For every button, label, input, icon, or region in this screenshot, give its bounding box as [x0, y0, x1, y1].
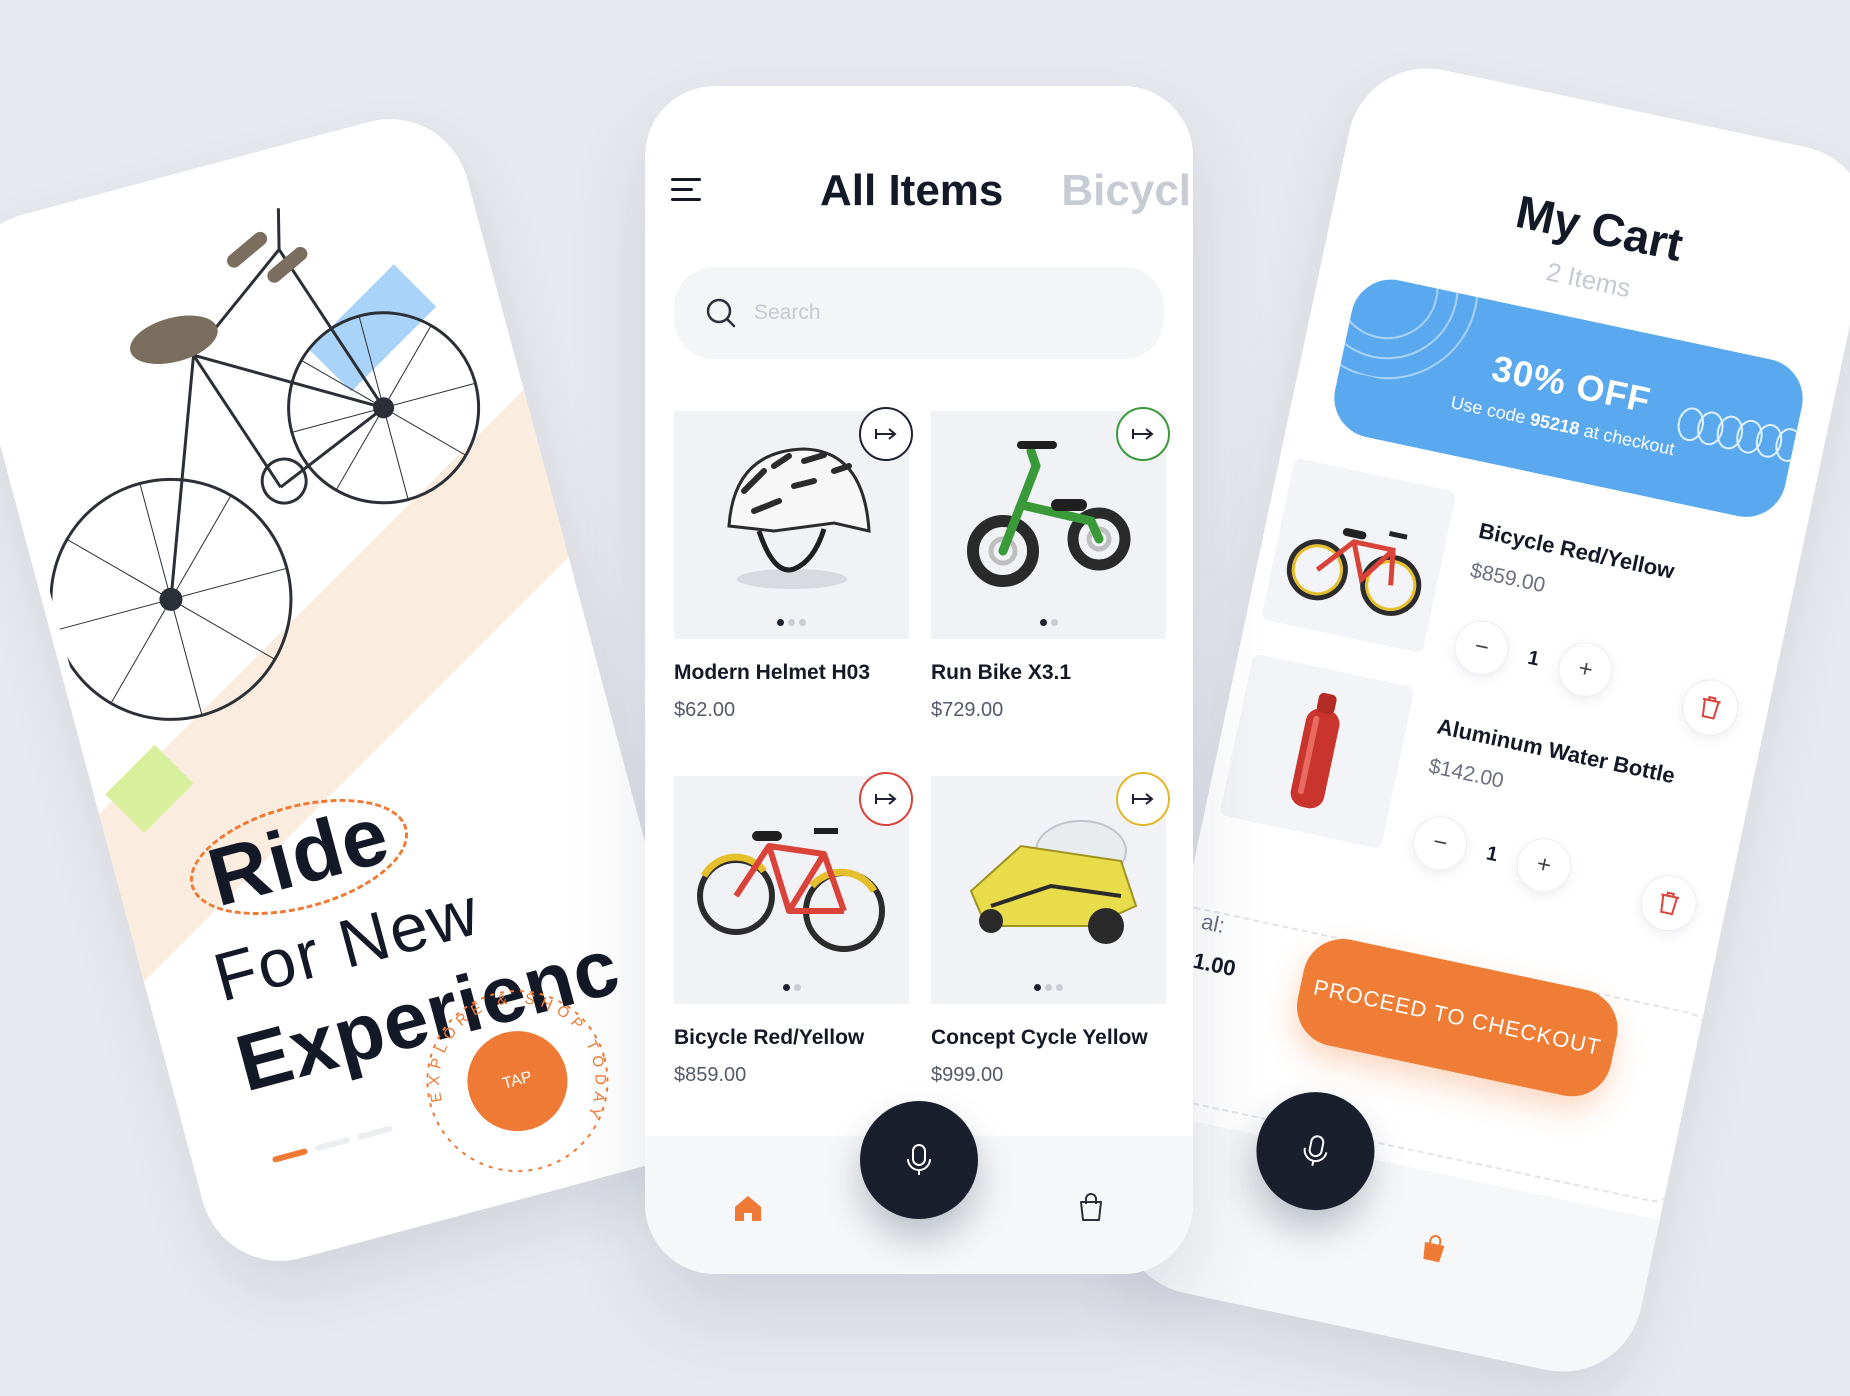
quantity-stepper: − 1 +	[1408, 811, 1576, 898]
increase-quantity-button[interactable]: +	[1511, 833, 1576, 898]
pager-dot	[314, 1136, 351, 1152]
red-bicycle-thumbnail	[1286, 528, 1422, 616]
trash-icon	[1660, 891, 1680, 916]
promo-code: 95218	[1528, 408, 1582, 439]
voice-search-button[interactable]	[860, 1101, 978, 1219]
menu-icon[interactable]	[671, 178, 703, 204]
arrow-right-icon	[875, 428, 897, 440]
tab-all-items[interactable]: All Items	[820, 166, 1003, 216]
bag-icon	[1423, 1235, 1445, 1263]
quantity-stepper: − 1 +	[1449, 615, 1618, 702]
showcase-stage: Ride For New Experienc EXPLORE & SHOP TO…	[0, 0, 1850, 1396]
product-card[interactable]: Bicycle Red/Yellow $859.00	[674, 772, 913, 1106]
mic-icon	[1303, 1135, 1328, 1166]
search-input[interactable]	[752, 300, 1136, 326]
image-carousel-dots	[931, 619, 1166, 626]
product-price: $999.00	[931, 1064, 1004, 1086]
home-icon	[735, 1196, 761, 1221]
product-price: $62.00	[674, 699, 736, 721]
increase-quantity-button[interactable]: +	[1553, 637, 1618, 702]
search-icon	[706, 298, 736, 328]
product-name: Bicycle Red/Yellow	[674, 1026, 865, 1049]
promo-text-before: Use code	[1448, 392, 1528, 428]
open-product-button[interactable]	[1116, 407, 1170, 461]
vintage-bicycle-illustration	[49, 208, 481, 721]
product-card[interactable]: Concept Cycle Yellow $999.00	[931, 772, 1170, 1106]
onboarding-screen: Ride For New Experienc EXPLORE & SHOP TO…	[0, 101, 726, 1279]
pager-dot	[356, 1125, 394, 1141]
product-card[interactable]: Modern Helmet H03 $62.00	[674, 407, 913, 741]
bag-icon	[1080, 1193, 1102, 1221]
product-card[interactable]: Run Bike X3.1 $729.00	[931, 407, 1170, 741]
quantity-value: 1	[1484, 841, 1500, 866]
water-bottle-thumbnail	[1290, 692, 1340, 809]
home-nav-button[interactable]	[732, 1193, 764, 1228]
cart-item-image	[1260, 457, 1457, 654]
open-product-button[interactable]	[859, 407, 913, 461]
quantity-value: 1	[1525, 646, 1542, 671]
product-name: Concept Cycle Yellow	[931, 1026, 1148, 1049]
tab-bicycles[interactable]: Bicycl	[1061, 166, 1191, 216]
decrease-quantity-button[interactable]: −	[1449, 615, 1514, 680]
open-product-button[interactable]	[1116, 772, 1170, 826]
arrow-right-icon	[1132, 428, 1154, 440]
open-product-button[interactable]	[859, 772, 913, 826]
remove-item-button[interactable]	[1635, 869, 1702, 937]
cart-item-price: $142.00	[1426, 754, 1506, 793]
cart-nav-button[interactable]	[1075, 1191, 1107, 1228]
image-carousel-dots	[674, 619, 909, 626]
mic-icon	[907, 1144, 931, 1175]
product-name: Run Bike X3.1	[931, 661, 1072, 684]
arrow-right-icon	[875, 793, 897, 805]
image-carousel-dots	[931, 984, 1166, 991]
image-carousel-dots	[674, 984, 909, 991]
product-price: $859.00	[674, 1064, 747, 1086]
onboarding-pager	[271, 1125, 394, 1164]
cart-item-price: $859.00	[1468, 558, 1548, 598]
decrease-quantity-button[interactable]: −	[1408, 811, 1473, 876]
cart-screen: My Cart 2 Items 30% OFF Use code 95218 a…	[1105, 53, 1850, 1387]
pager-dot-active	[271, 1147, 309, 1164]
cart-item-image	[1219, 653, 1415, 850]
promo-text-after: at checkout	[1582, 420, 1677, 460]
search-bar	[674, 267, 1164, 359]
product-price: $729.00	[931, 699, 1004, 721]
trash-icon	[1701, 695, 1721, 720]
catalog-screen: All Items Bicycl Search Modern Helmet H0…	[645, 86, 1193, 1274]
arrow-right-icon	[1132, 793, 1154, 805]
product-name: Modern Helmet H03	[674, 661, 871, 684]
remove-item-button[interactable]	[1677, 674, 1744, 741]
category-tabs: All Items Bicycl	[820, 166, 1191, 216]
